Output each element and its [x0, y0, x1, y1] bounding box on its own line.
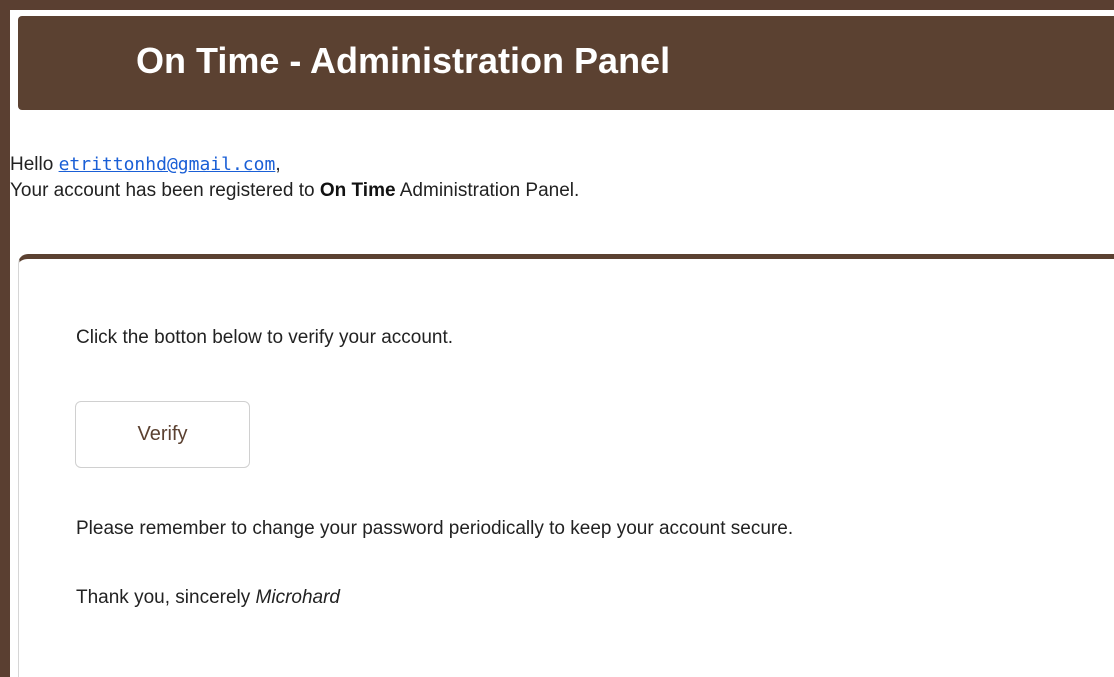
header-banner: On Time - Administration Panel [18, 16, 1114, 110]
signature: Microhard [255, 587, 341, 608]
page-title: On Time - Administration Panel [136, 40, 671, 81]
greeting-prefix: Hello [10, 154, 59, 175]
email-link[interactable]: etrittonhd@gmail.com [59, 154, 276, 175]
password-reminder: Please remember to change your password … [76, 518, 794, 539]
registered-prefix: Your account has been registered to [10, 180, 320, 201]
thanks-text: Thank you, sincerely [76, 587, 256, 608]
registered-suffix: Administration Panel. [395, 180, 580, 201]
verification-card: Click the botton below to verify your ac… [18, 254, 1114, 677]
greeting-line: Hello etrittonhd@gmail.com, [10, 152, 579, 178]
email-page: On Time - Administration Panel Hello etr… [10, 10, 1114, 677]
greeting-suffix: , [275, 154, 281, 175]
app-name: On Time [319, 180, 396, 201]
verify-button[interactable]: Verify [75, 401, 250, 468]
registered-line: Your account has been registered to On T… [10, 178, 579, 204]
verify-instruction: Click the botton below to verify your ac… [76, 327, 454, 348]
intro-text: Hello etrittonhd@gmail.com, Your account… [10, 152, 579, 204]
sign-off: Thank you, sincerely Microhard [76, 586, 340, 610]
